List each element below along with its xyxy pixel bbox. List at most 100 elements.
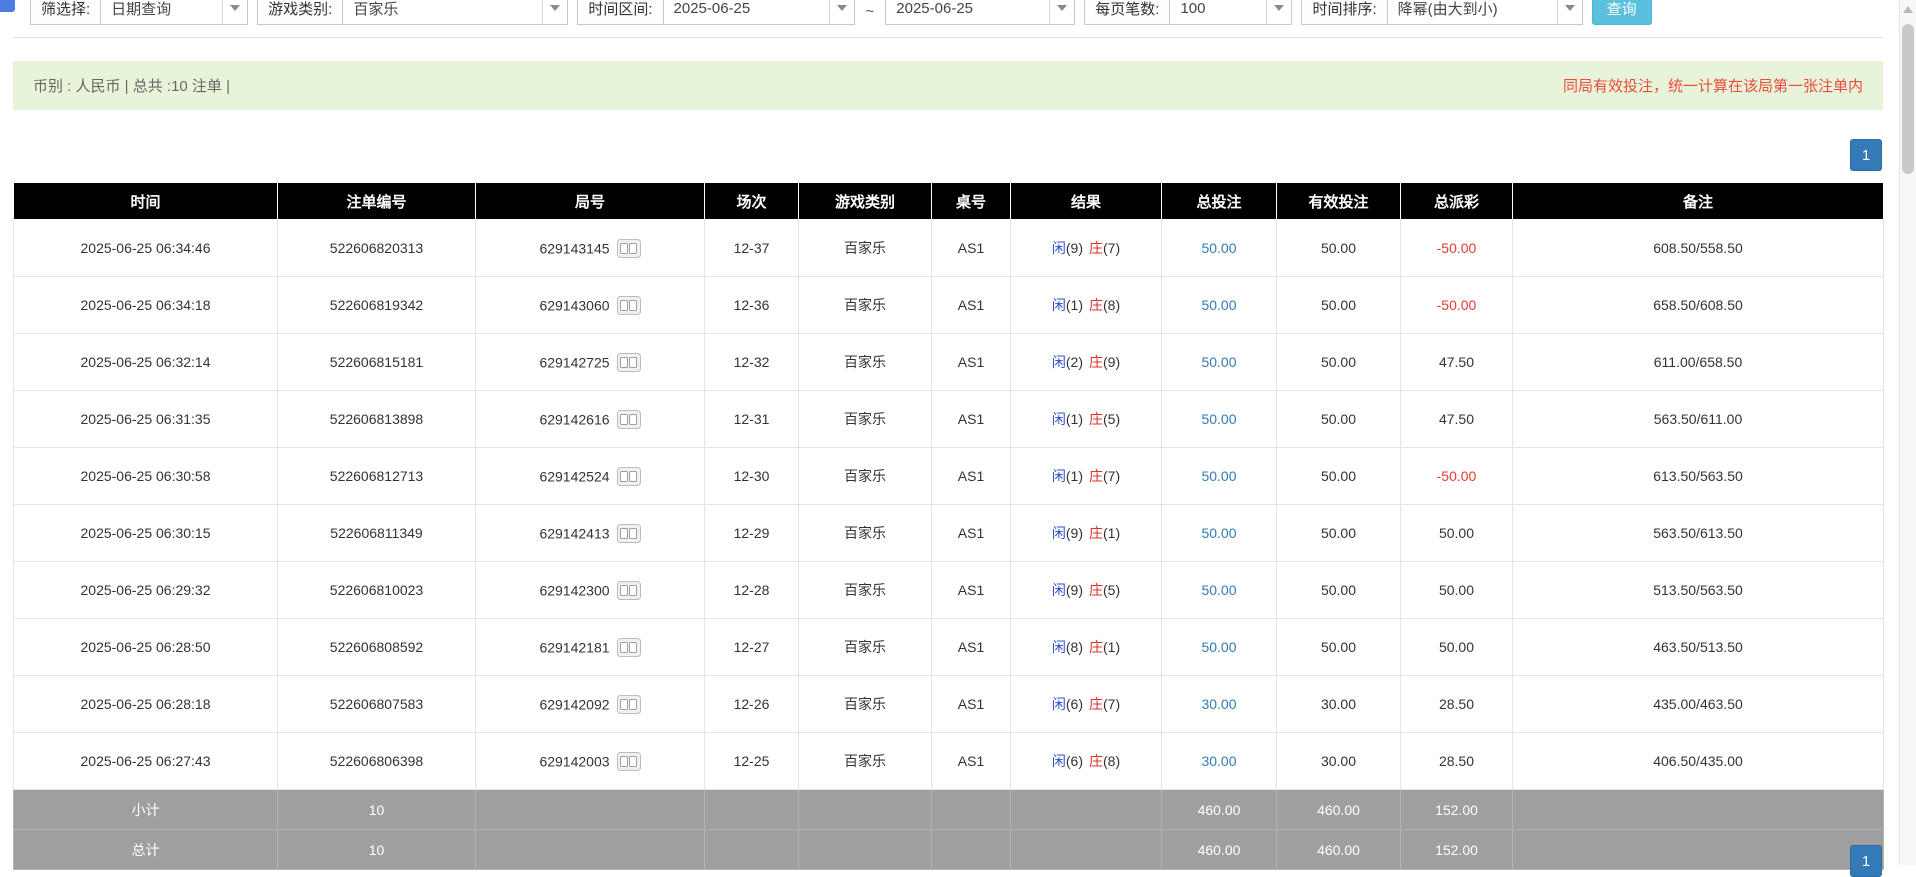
- total-bet-link[interactable]: 50.00: [1201, 297, 1236, 313]
- total-bet-link[interactable]: 50.00: [1201, 468, 1236, 484]
- view-cards-icon[interactable]: [617, 752, 641, 771]
- result-cell: 闲(1)庄(5): [1011, 391, 1162, 448]
- total-label: 总计: [14, 830, 278, 870]
- view-cards-icon[interactable]: [617, 353, 641, 372]
- total-bet-link[interactable]: 50.00: [1201, 639, 1236, 655]
- session-cell: 12-26: [705, 676, 799, 733]
- time-cell: 2025-06-25 06:34:46: [14, 220, 278, 277]
- round-number: 629142181: [539, 639, 609, 655]
- subtotal-payout: 152.00: [1401, 790, 1513, 830]
- filter-bar: 筛选择: 日期查询 游戏类别: 百家乐 时间区间: 2025-06-25 ~ 2…: [30, 0, 1652, 25]
- total-bet-link[interactable]: 50.00: [1201, 411, 1236, 427]
- valid-bet-cell: 30.00: [1277, 676, 1401, 733]
- page-size-value: 100: [1180, 0, 1205, 17]
- view-cards-icon[interactable]: [617, 581, 641, 600]
- total-bet-cell: 50.00: [1162, 277, 1277, 334]
- result-cell: 闲(6)庄(7): [1011, 676, 1162, 733]
- valid-bet-cell: 50.00: [1277, 448, 1401, 505]
- date-from-select[interactable]: 2025-06-25: [663, 0, 855, 25]
- session-cell: 12-37: [705, 220, 799, 277]
- total-bet-link[interactable]: 50.00: [1201, 582, 1236, 598]
- session-cell: 12-25: [705, 733, 799, 790]
- date-to-select[interactable]: 2025-06-25: [885, 0, 1075, 25]
- bet-id-cell: 522606820313: [278, 220, 476, 277]
- table-row: 2025-06-25 06:34:18522606819342629143060…: [14, 277, 1884, 334]
- view-cards-icon[interactable]: [617, 239, 641, 258]
- sort-select[interactable]: 降幂(由大到小): [1387, 0, 1583, 25]
- total-bet-link[interactable]: 30.00: [1201, 696, 1236, 712]
- banker-score: (7): [1103, 240, 1120, 256]
- page-size-select[interactable]: 100: [1169, 0, 1292, 25]
- time-cell: 2025-06-25 06:30:58: [14, 448, 278, 505]
- total-bet-link[interactable]: 50.00: [1201, 240, 1236, 256]
- total-bet-link[interactable]: 30.00: [1201, 753, 1236, 769]
- time-cell: 2025-06-25 06:29:32: [14, 562, 278, 619]
- view-cards-icon[interactable]: [617, 524, 641, 543]
- player-result: 闲: [1052, 411, 1066, 427]
- game-type-select[interactable]: 百家乐: [342, 0, 568, 25]
- total-bet-cell: 30.00: [1162, 733, 1277, 790]
- view-cards-icon[interactable]: [617, 695, 641, 714]
- session-cell: 12-30: [705, 448, 799, 505]
- corner-widget[interactable]: [0, 0, 15, 12]
- payout-value: 28.50: [1439, 696, 1474, 712]
- result-cell: 闲(9)庄(7): [1011, 220, 1162, 277]
- round-cell: 629142725: [476, 334, 705, 391]
- player-score: (9): [1066, 525, 1083, 541]
- view-cards-icon[interactable]: [617, 410, 641, 429]
- round-cell: 629142181: [476, 619, 705, 676]
- pagination-page-button-bottom[interactable]: 1: [1850, 845, 1882, 877]
- player-score: (9): [1066, 582, 1083, 598]
- payout-cell: 47.50: [1401, 391, 1513, 448]
- view-cards-icon[interactable]: [617, 467, 641, 486]
- banker-result: 庄: [1089, 240, 1103, 256]
- total-empty-cell: [1011, 830, 1162, 870]
- total-bet-link[interactable]: 50.00: [1201, 525, 1236, 541]
- table-no-cell: AS1: [932, 676, 1011, 733]
- time-cell: 2025-06-25 06:27:43: [14, 733, 278, 790]
- column-header: 总派彩: [1401, 183, 1513, 220]
- view-cards-icon[interactable]: [617, 296, 641, 315]
- bet-id-cell: 522606812713: [278, 448, 476, 505]
- payout-value: 50.00: [1439, 582, 1474, 598]
- banker-score: (5): [1103, 582, 1120, 598]
- view-cards-icon[interactable]: [617, 638, 641, 657]
- game-type-label: 游戏类别:: [257, 0, 342, 25]
- sort-group: 时间排序: 降幂(由大到小): [1301, 0, 1582, 25]
- time-cell: 2025-06-25 06:28:18: [14, 676, 278, 733]
- round-cell: 629143060: [476, 277, 705, 334]
- table-no-cell: AS1: [932, 619, 1011, 676]
- filter-type-value: 日期查询: [111, 0, 171, 19]
- search-button[interactable]: 查询: [1592, 0, 1652, 25]
- payout-value: 47.50: [1439, 354, 1474, 370]
- payout-cell: 50.00: [1401, 619, 1513, 676]
- total-row: 总计 10 460.00 460.00 152.00: [14, 830, 1884, 870]
- valid-bet-cell: 50.00: [1277, 220, 1401, 277]
- session-cell: 12-27: [705, 619, 799, 676]
- filter-type-select[interactable]: 日期查询: [100, 0, 248, 25]
- chevron-down-icon: [222, 0, 247, 24]
- session-cell: 12-36: [705, 277, 799, 334]
- scrollbar-thumb[interactable]: [1902, 24, 1914, 174]
- total-empty-cell: [799, 830, 932, 870]
- remark-cell: 611.00/658.50: [1513, 334, 1884, 391]
- total-bet-cell: 50.00: [1162, 562, 1277, 619]
- player-result: 闲: [1052, 468, 1066, 484]
- pagination-page-button-top[interactable]: 1: [1850, 139, 1882, 171]
- result-cell: 闲(1)庄(8): [1011, 277, 1162, 334]
- banker-score: (5): [1103, 411, 1120, 427]
- time-range-group: 时间区间: 2025-06-25: [577, 0, 854, 25]
- scroll-up-arrow-icon[interactable]: [1903, 6, 1913, 13]
- total-bet-link[interactable]: 50.00: [1201, 354, 1236, 370]
- payout-cell: 28.50: [1401, 733, 1513, 790]
- session-cell: 12-32: [705, 334, 799, 391]
- round-number: 629142092: [539, 696, 609, 712]
- vertical-scrollbar[interactable]: [1899, 0, 1916, 865]
- game-type-cell: 百家乐: [799, 448, 932, 505]
- player-score: (8): [1066, 639, 1083, 655]
- payout-cell: -50.00: [1401, 277, 1513, 334]
- player-score: (1): [1066, 297, 1083, 313]
- table-no-cell: AS1: [932, 733, 1011, 790]
- player-result: 闲: [1052, 753, 1066, 769]
- player-result: 闲: [1052, 525, 1066, 541]
